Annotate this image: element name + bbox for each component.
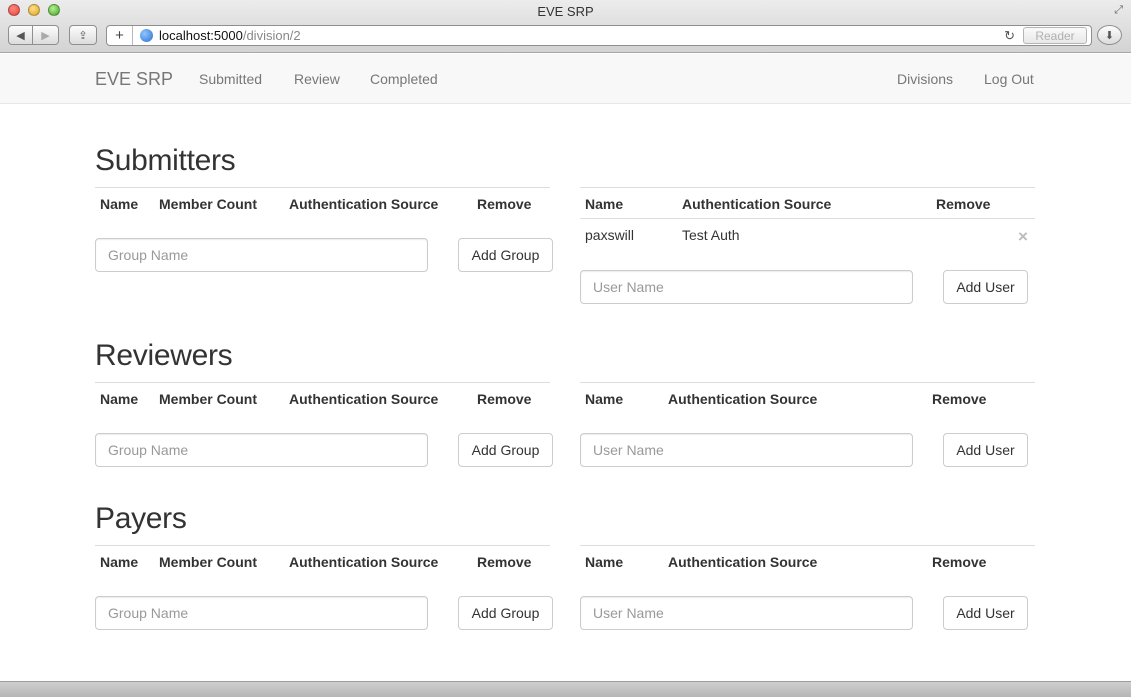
user-col-name: Name — [585, 196, 624, 212]
group-col-member-count: Member Count — [159, 196, 257, 212]
user-col-auth-source: Authentication Source — [668, 391, 818, 407]
url-path: /division/2 — [242, 28, 301, 43]
group-col-remove: Remove — [477, 391, 532, 407]
address-bar[interactable]: + localhost:5000/division/2 ↻ Reader — [106, 25, 1092, 46]
reviewers-add-user-button[interactable]: Add User — [943, 433, 1028, 467]
brand-link[interactable]: EVE SRP — [95, 69, 173, 90]
user-col-auth-source: Authentication Source — [682, 196, 832, 212]
user-col-remove: Remove — [936, 196, 991, 212]
user-col-remove: Remove — [932, 554, 987, 570]
reload-icon[interactable]: ↻ — [1004, 28, 1015, 44]
section-title-payers: Payers — [95, 502, 187, 535]
window-title: EVE SRP — [537, 4, 594, 19]
divider — [95, 382, 550, 383]
payers-add-group-button[interactable]: Add Group — [458, 596, 553, 630]
forward-button[interactable]: ▶ — [33, 25, 59, 45]
divider — [580, 187, 1035, 188]
fullscreen-icon[interactable]: ⤢ — [1114, 4, 1123, 17]
window-bottom-bar — [0, 681, 1131, 697]
group-col-auth-source: Authentication Source — [289, 554, 439, 570]
divider — [95, 545, 550, 546]
forward-arrow-icon: ▶ — [41, 29, 50, 42]
submitters-add-group-button[interactable]: Add Group — [458, 238, 553, 272]
payers-add-user-button[interactable]: Add User — [943, 596, 1028, 630]
downloads-button[interactable]: ⬇ — [1097, 25, 1122, 45]
divider — [580, 382, 1035, 383]
share-icon: ⇪ — [78, 29, 88, 42]
payers-group-name-input[interactable] — [95, 596, 428, 630]
reviewers-group-name-input[interactable] — [95, 433, 428, 467]
submitters-group-name-input[interactable] — [95, 238, 428, 272]
group-col-auth-source: Authentication Source — [289, 391, 439, 407]
download-icon: ⬇ — [1104, 29, 1115, 42]
nav-log-out[interactable]: Log Out — [984, 71, 1034, 87]
url-host: localhost:5000 — [159, 28, 243, 43]
user-row-name: paxswill — [585, 227, 635, 243]
divider — [580, 218, 1035, 219]
group-col-name: Name — [100, 391, 139, 407]
remove-user-icon[interactable]: × — [1018, 227, 1028, 247]
app-navbar: EVE SRP Submitted Review Completed Divis… — [0, 54, 1131, 104]
back-button[interactable]: ◀ — [8, 25, 33, 45]
user-col-name: Name — [585, 554, 624, 570]
group-col-name: Name — [100, 196, 139, 212]
submitters-user-name-input[interactable] — [580, 270, 913, 304]
user-row-auth-source: Test Auth — [682, 227, 740, 243]
nav-submitted[interactable]: Submitted — [199, 71, 262, 87]
reviewers-add-group-button[interactable]: Add Group — [458, 433, 553, 467]
section-title-reviewers: Reviewers — [95, 339, 233, 372]
reader-button[interactable]: Reader — [1023, 27, 1087, 44]
share-button[interactable]: ⇪ — [69, 25, 97, 45]
url-text[interactable]: localhost:5000/division/2 — [159, 28, 301, 43]
back-arrow-icon: ◀ — [16, 29, 25, 42]
group-col-auth-source: Authentication Source — [289, 196, 439, 212]
section-title-submitters: Submitters — [95, 144, 236, 177]
group-col-remove: Remove — [477, 554, 532, 570]
group-col-name: Name — [100, 554, 139, 570]
submitters-add-user-button[interactable]: Add User — [943, 270, 1028, 304]
nav-review[interactable]: Review — [294, 71, 340, 87]
browser-titlebar: EVE SRP ⤢ ◀ ▶ ⇪ + localhost:5000/divisio… — [0, 0, 1131, 53]
nav-divisions[interactable]: Divisions — [897, 71, 953, 87]
user-col-name: Name — [585, 391, 624, 407]
group-col-remove: Remove — [477, 196, 532, 212]
nav-completed[interactable]: Completed — [370, 71, 438, 87]
divider — [580, 545, 1035, 546]
globe-icon — [140, 29, 153, 42]
divider — [95, 187, 550, 188]
add-bookmark-button[interactable]: + — [107, 26, 133, 45]
user-col-auth-source: Authentication Source — [668, 554, 818, 570]
group-col-member-count: Member Count — [159, 391, 257, 407]
plus-icon: + — [115, 27, 124, 44]
user-col-remove: Remove — [932, 391, 987, 407]
payers-user-name-input[interactable] — [580, 596, 913, 630]
reviewers-user-name-input[interactable] — [580, 433, 913, 467]
group-col-member-count: Member Count — [159, 554, 257, 570]
